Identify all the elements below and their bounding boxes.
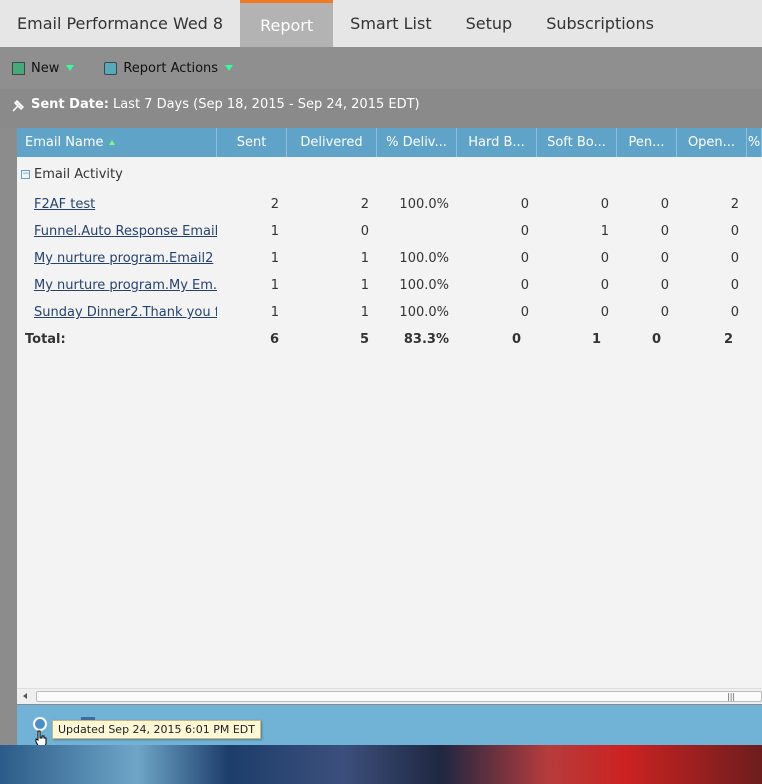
cell-opened: 0 (730, 305, 739, 320)
column-pct-delivered[interactable]: % Deliv... (377, 128, 457, 157)
pin-icon (12, 99, 25, 112)
tab-subscriptions[interactable]: Subscriptions (529, 0, 671, 47)
cell-pct-delivered: 100.0% (399, 197, 449, 212)
collapse-icon[interactable]: − (21, 169, 30, 179)
new-button[interactable]: New (12, 60, 75, 76)
cell-soft-bounced: 0 (600, 251, 609, 266)
tab-setup[interactable]: Setup (449, 0, 530, 47)
filter-label: Sent Date: (31, 97, 109, 112)
column-hard-bounced[interactable]: Hard B... (457, 128, 537, 157)
total-delivered: 5 (359, 331, 369, 347)
new-icon (12, 61, 25, 75)
table-row: F2AF test 2 2 100.0% 0 0 0 2 (17, 191, 762, 218)
cell-soft-bounced: 0 (600, 278, 609, 293)
cell-opened: 2 (730, 197, 739, 212)
email-name-link[interactable]: My nurture program.My Em... (17, 272, 217, 299)
cell-hard-bounced: 0 (520, 224, 529, 239)
column-delivered[interactable]: Delivered (287, 128, 377, 157)
cell-soft-bounced: 0 (600, 197, 609, 212)
scrollbar-thumb[interactable] (36, 691, 762, 702)
total-pct-delivered: 83.3% (403, 331, 449, 347)
cell-delivered: 2 (360, 197, 369, 212)
email-name-link[interactable]: My nurture program.Email2 (17, 245, 217, 272)
horizontal-scrollbar[interactable]: ||| (17, 688, 762, 704)
cell-pending: 0 (660, 224, 669, 239)
column-opened[interactable]: Open... (677, 128, 747, 157)
toolbar: New Report Actions (0, 47, 762, 89)
background-image (0, 745, 762, 784)
tab-smart-list[interactable]: Smart List (333, 0, 448, 47)
column-sent[interactable]: Sent (217, 128, 287, 157)
cell-pending: 0 (660, 197, 669, 212)
column-label: Email Name (25, 135, 104, 150)
total-hard-bounced: 0 (511, 331, 521, 347)
scroll-left-icon[interactable] (23, 693, 27, 699)
total-opened: 2 (723, 331, 733, 347)
filter-value: Last 7 Days (Sep 18, 2015 - Sep 24, 2015… (112, 97, 420, 112)
cell-delivered: 1 (360, 305, 369, 320)
cell-opened: 0 (730, 224, 739, 239)
cell-sent: 1 (270, 278, 279, 293)
cell-sent: 1 (270, 251, 279, 266)
chevron-down-icon (66, 65, 75, 71)
email-name-link[interactable]: F2AF test (17, 191, 217, 218)
cell-pending: 0 (660, 305, 669, 320)
chevron-down-icon (225, 65, 234, 71)
total-label: Total: (25, 331, 66, 347)
cell-hard-bounced: 0 (520, 197, 529, 212)
filter-summary[interactable]: Sent Date: Last 7 Days (Sep 18, 2015 - S… (12, 97, 420, 112)
cell-pct-delivered: 100.0% (399, 251, 449, 266)
table-row: My nurture program.Email2 1 1 100.0% 0 0… (17, 245, 762, 272)
grid-left-gutter (0, 128, 17, 745)
cell-delivered: 1 (360, 278, 369, 293)
updated-tooltip: Updated Sep 24, 2015 6:01 PM EDT (52, 720, 261, 739)
cell-pct-delivered (377, 218, 457, 245)
group-header[interactable]: − Email Activity (17, 157, 762, 191)
cell-delivered: 0 (360, 224, 369, 239)
cell-hard-bounced: 0 (520, 278, 529, 293)
sort-ascending-icon (108, 140, 115, 145)
tab-email-performance[interactable]: Email Performance Wed 8 (0, 0, 240, 47)
cell-delivered: 1 (360, 251, 369, 266)
total-pending: 0 (651, 331, 661, 347)
cell-sent: 1 (270, 224, 279, 239)
report-actions-label: Report Actions (123, 60, 219, 76)
column-pct[interactable]: % (747, 128, 762, 157)
cell-pct-delivered: 100.0% (399, 278, 449, 293)
cell-sent: 2 (270, 197, 279, 212)
total-sent: 6 (269, 331, 279, 347)
refresh-icon[interactable] (33, 717, 47, 731)
table-row: My nurture program.My Em... 1 1 100.0% 0… (17, 272, 762, 299)
tab-bar: Email Performance Wed 8 Report Smart Lis… (0, 0, 762, 47)
cell-pending: 0 (660, 278, 669, 293)
cell-pct-delivered: 100.0% (399, 305, 449, 320)
report-grid: Email Name Sent Delivered % Deliv... Har… (17, 128, 762, 704)
grip-icon: ||| (727, 692, 736, 701)
cell-hard-bounced: 0 (520, 251, 529, 266)
table-row: Sunday Dinner2.Thank you f... 1 1 100.0%… (17, 299, 762, 326)
cell-opened: 0 (730, 278, 739, 293)
new-button-label: New (31, 60, 60, 76)
email-name-link[interactable]: Sunday Dinner2.Thank you f... (17, 299, 217, 326)
cell-opened: 0 (730, 251, 739, 266)
table-row: Funnel.Auto Response Email... 1 0 0 1 0 … (17, 218, 762, 245)
column-soft-bounced[interactable]: Soft Bo... (537, 128, 617, 157)
cell-soft-bounced: 0 (600, 305, 609, 320)
cell-soft-bounced: 1 (600, 224, 609, 239)
email-name-link[interactable]: Funnel.Auto Response Email... (17, 218, 217, 245)
cell-hard-bounced: 0 (520, 305, 529, 320)
report-actions-button[interactable]: Report Actions (104, 60, 234, 76)
grid-header: Email Name Sent Delivered % Deliv... Har… (17, 128, 762, 157)
total-soft-bounced: 1 (591, 331, 601, 347)
report-icon (104, 61, 118, 75)
total-row: Total: 6 5 83.3% 0 1 0 2 (17, 326, 762, 352)
group-label: Email Activity (34, 166, 123, 182)
cell-pending: 0 (660, 251, 669, 266)
column-email-name[interactable]: Email Name (17, 128, 217, 157)
cell-sent: 1 (270, 305, 279, 320)
tab-report[interactable]: Report (240, 0, 334, 47)
column-pending[interactable]: Pen... (617, 128, 677, 157)
